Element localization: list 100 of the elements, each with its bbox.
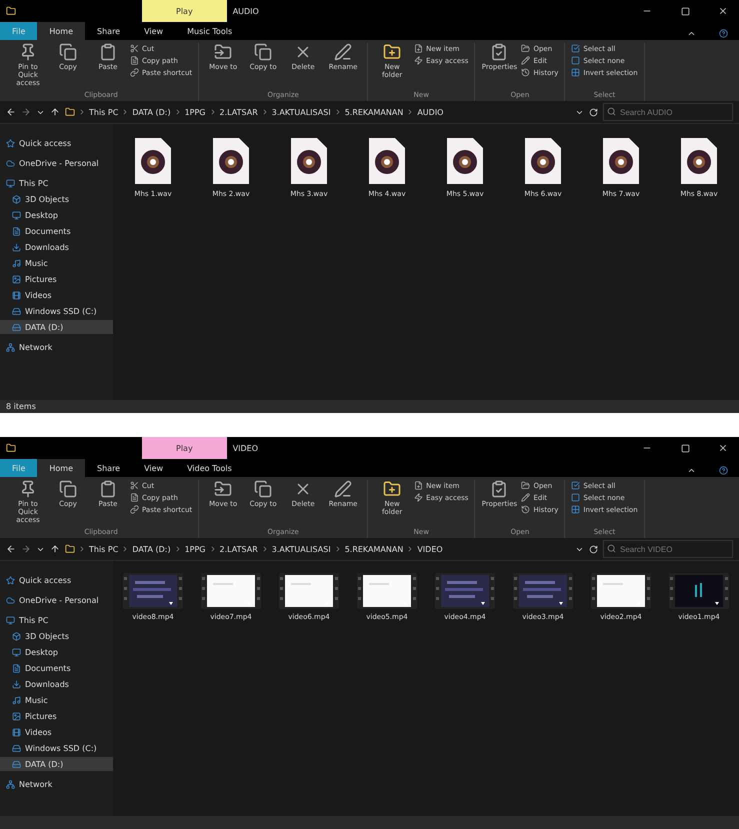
ribbon-icon: [414, 481, 424, 490]
breadcrumb[interactable]: 1PPG: [184, 544, 206, 554]
forward-icon[interactable]: [21, 544, 31, 554]
sidebar-item[interactable]: Pictures: [0, 709, 113, 723]
breadcrumb[interactable]: 3.AKTUALISASI: [272, 108, 331, 116]
help-icon: [718, 466, 728, 474]
refresh-icon[interactable]: [589, 108, 598, 116]
breadcrumb[interactable]: 5.REKAMANAN: [344, 108, 404, 116]
sidebar-icon: [6, 138, 15, 148]
audio-file-icon: [679, 136, 719, 186]
ribbon-icon: [334, 43, 352, 61]
sidebar-item[interactable]: This PC: [0, 176, 113, 190]
sidebar-icon: [12, 680, 21, 688]
ribbon-icon: [571, 44, 580, 53]
sidebar-item[interactable]: 3D Objects: [0, 629, 113, 643]
chevron-icon: [78, 108, 86, 116]
ribbon-tab[interactable]: View: [132, 22, 176, 40]
sidebar-icon: [6, 158, 15, 168]
sidebar-item[interactable]: DATA (D:): [0, 320, 113, 334]
sidebar-item[interactable]: Videos: [0, 288, 113, 302]
sidebar-icon: [12, 712, 21, 720]
sidebar-item[interactable]: Music: [0, 693, 113, 707]
up-icon[interactable]: [50, 107, 60, 117]
folder-icon: [6, 443, 16, 453]
ribbon-icon: [414, 493, 424, 502]
sidebar-item[interactable]: Quick access: [0, 573, 113, 587]
sidebar-icon: [12, 744, 21, 752]
breadcrumb[interactable]: VIDEO: [417, 544, 443, 554]
ribbon-tab[interactable]: View: [132, 459, 176, 477]
sidebar-item[interactable]: OneDrive - Personal: [0, 593, 113, 607]
sidebar-item[interactable]: Documents: [0, 224, 113, 238]
ribbon-icon: [571, 493, 580, 502]
refresh-icon[interactable]: [589, 544, 598, 554]
sidebar-item[interactable]: Music: [0, 256, 113, 270]
breadcrumb[interactable]: This PC: [89, 108, 118, 116]
sidebar-item[interactable]: Downloads: [0, 240, 113, 254]
sidebar-item[interactable]: OneDrive - Personal: [0, 156, 113, 170]
sidebar-icon: [12, 322, 21, 332]
audio-file-icon: [289, 136, 329, 186]
breadcrumb[interactable]: 5.REKAMANAN: [344, 544, 404, 554]
breadcrumb[interactable]: 3.AKTUALISASI: [272, 544, 331, 554]
breadcrumb[interactable]: This PC: [89, 544, 118, 554]
ribbon-icon: [59, 43, 77, 61]
sidebar-item[interactable]: Videos: [0, 725, 113, 739]
back-icon[interactable]: [6, 544, 16, 554]
folder-icon: [65, 544, 75, 554]
sidebar-item[interactable]: 3D Objects: [0, 192, 113, 206]
ribbon-icon: [521, 44, 530, 53]
forward-icon[interactable]: [21, 107, 31, 117]
close-icon: [718, 6, 728, 16]
search-icon: [607, 107, 616, 116]
sidebar-item[interactable]: Desktop: [0, 208, 113, 222]
sidebar-icon: [12, 696, 21, 704]
ribbon-icon: [490, 43, 508, 61]
sidebar-icon: [12, 258, 21, 268]
ribbon-icon: [254, 43, 272, 61]
sidebar-item[interactable]: Documents: [0, 661, 113, 675]
search-field[interactable]: Search VIDEO: [603, 540, 733, 558]
audio-file-icon: [211, 136, 251, 186]
sidebar-item[interactable]: Windows SSD (C:): [0, 304, 113, 318]
sidebar-icon: [6, 596, 15, 604]
audio-file-icon: [445, 136, 485, 186]
sidebar-item[interactable]: Network: [0, 777, 113, 791]
breadcrumb[interactable]: DATA (D:): [132, 108, 171, 116]
sidebar-item[interactable]: Windows SSD (C:): [0, 741, 113, 755]
ribbon-icon: [214, 480, 232, 498]
sidebar-item[interactable]: Quick access: [0, 136, 113, 150]
breadcrumb[interactable]: DATA (D:): [132, 544, 171, 554]
sidebar-item[interactable]: This PC: [0, 613, 113, 627]
ribbon-icon: [214, 43, 232, 61]
up-icon[interactable]: [50, 544, 60, 554]
window-title: AUDIO: [232, 6, 259, 16]
ribbon-icon: [414, 44, 424, 53]
ribbon-icon: [571, 56, 580, 65]
ribbon-icon: [130, 44, 139, 53]
sidebar-icon: [6, 342, 15, 352]
ribbon-icon: [99, 43, 117, 61]
ribbon-icon: [571, 481, 580, 490]
sidebar-item[interactable]: Downloads: [0, 677, 113, 691]
ribbon-tab[interactable]: Share: [85, 22, 132, 40]
sidebar-item[interactable]: Desktop: [0, 645, 113, 659]
ribbon-tab[interactable]: Home: [37, 459, 86, 477]
ribbon-tab[interactable]: Music Tools: [175, 22, 244, 40]
breadcrumb[interactable]: 2.LATSAR: [220, 108, 258, 116]
back-icon[interactable]: [6, 107, 16, 117]
ribbon-tab[interactable]: Video Tools: [175, 459, 244, 477]
sidebar-item[interactable]: Pictures: [0, 272, 113, 286]
ribbon-icon: [130, 481, 139, 490]
search-field[interactable]: Search AUDIO: [603, 103, 733, 121]
close-icon: [718, 443, 728, 453]
breadcrumb[interactable]: 1PPG: [184, 108, 206, 116]
breadcrumb[interactable]: AUDIO: [417, 108, 444, 116]
breadcrumb[interactable]: 2.LATSAR: [220, 544, 258, 554]
ribbon-icon: [99, 480, 117, 498]
ribbon-tab[interactable]: Share: [85, 459, 132, 477]
sidebar-item[interactable]: Network: [0, 340, 113, 354]
sidebar-item[interactable]: DATA (D:): [0, 757, 113, 771]
ribbon-icon: [490, 480, 508, 498]
ribbon-icon: [383, 43, 402, 61]
ribbon-tab[interactable]: Home: [37, 22, 86, 40]
